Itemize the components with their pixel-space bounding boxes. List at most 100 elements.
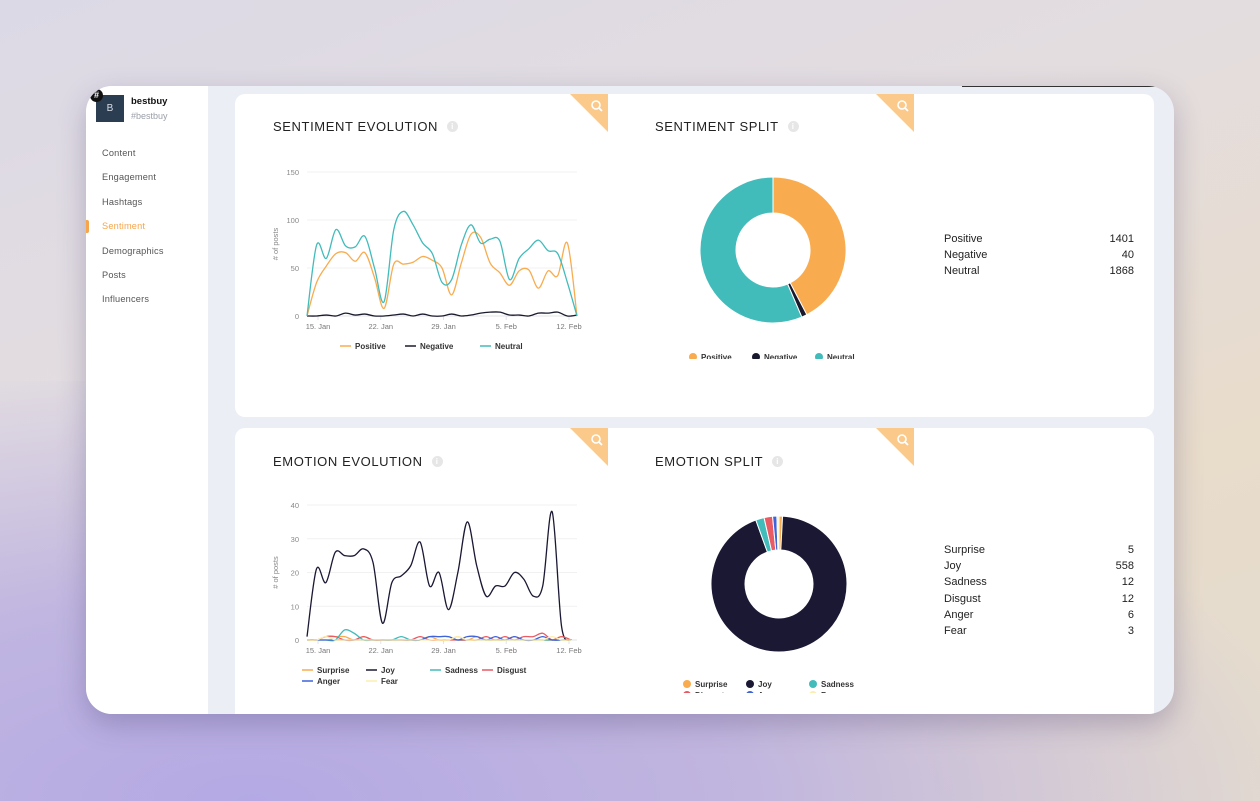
- legend-item-surprise[interactable]: Surprise: [302, 666, 350, 675]
- hashtag-icon: #: [90, 89, 103, 102]
- legend-label: Sadness: [445, 666, 478, 675]
- row-label: Surprise: [944, 544, 985, 556]
- row-label: Negative: [944, 249, 988, 262]
- series-line-sadness[interactable]: [307, 628, 571, 642]
- legend-item-positive[interactable]: Positive: [340, 342, 386, 351]
- magnifier-icon: [570, 428, 608, 466]
- brand-name: bestbuy: [131, 96, 168, 107]
- row-value: 6: [1127, 608, 1134, 621]
- legend-item-joy[interactable]: Joy: [746, 680, 772, 689]
- sentiment-split-chart: Positive Negative Neutral: [689, 176, 855, 359]
- zoom-corner-button[interactable]: [570, 94, 608, 132]
- row-value: 12: [1121, 576, 1134, 589]
- legend-item-positive[interactable]: Positive: [689, 353, 732, 359]
- legend-label: Negative: [764, 353, 798, 359]
- legend-item-negative[interactable]: Negative: [752, 353, 798, 359]
- legend-dot: [815, 353, 823, 359]
- legend-label: Surprise: [317, 666, 350, 675]
- legend-item-disgust[interactable]: Disgust: [683, 691, 725, 693]
- legend-item-joy[interactable]: Joy: [366, 666, 395, 675]
- zoom-corner-button[interactable]: [570, 428, 608, 466]
- y-axis-label: # of posts: [271, 227, 280, 260]
- sidebar-item-sentiment[interactable]: Sentiment: [86, 214, 208, 238]
- legend-item-fear[interactable]: Fear: [809, 691, 838, 693]
- sidebar-item-demographics[interactable]: Demographics: [86, 239, 208, 263]
- value-row-disgust: Disgust 12: [944, 591, 1134, 607]
- x-tick-label: 29. Jan: [431, 646, 456, 655]
- zoom-corner-button[interactable]: [876, 428, 914, 466]
- sentiment-card: SENTIMENT EVOLUTION i 0 50 100 150 # of post…: [235, 94, 1154, 417]
- brand-handle: #bestbuy: [131, 111, 168, 121]
- row-label: Neutral: [944, 265, 980, 278]
- legend-label: Neutral: [827, 353, 855, 359]
- row-value: 1401: [1109, 233, 1134, 245]
- emotion-evolution-title: EMOTION EVOLUTION i: [273, 454, 443, 469]
- legend-dot: [752, 353, 760, 359]
- sidebar-item-content[interactable]: Content: [86, 141, 208, 165]
- value-row-positive: Positive 1401: [944, 231, 1134, 247]
- value-row-fear: Fear 3: [944, 623, 1134, 639]
- sidebar-item-hashtags[interactable]: Hashtags: [86, 190, 208, 214]
- legend-item-neutral[interactable]: Neutral: [815, 353, 855, 359]
- legend-item-disgust[interactable]: Disgust: [482, 666, 527, 675]
- brand-header[interactable]: B # bestbuy #bestbuy: [90, 89, 168, 122]
- legend-dot: [683, 680, 691, 688]
- info-icon[interactable]: i: [447, 121, 459, 132]
- avatar-letter: B: [106, 103, 114, 114]
- x-tick-label: 22. Jan: [368, 646, 393, 655]
- legend-dot: [746, 680, 754, 688]
- info-icon[interactable]: i: [772, 456, 784, 467]
- main-content: SENTIMENT EVOLUTION i 0 50 100 150 # of post…: [208, 86, 1174, 714]
- sidebar-item-engagement[interactable]: Engagement: [86, 165, 208, 189]
- info-icon[interactable]: i: [431, 456, 443, 467]
- legend-item-surprise[interactable]: Surprise: [683, 680, 728, 689]
- legend-item-anger[interactable]: Anger: [302, 677, 340, 686]
- emotion-values-table: Surprise 5 Joy 558 Sadness 12 Disgust 12 Anger 6 F…: [944, 542, 1134, 639]
- legend-label: Negative: [420, 342, 454, 351]
- y-tick-label: 40: [291, 501, 299, 510]
- legend-label: Anger: [758, 691, 781, 693]
- series-line-neutral[interactable]: [306, 210, 578, 317]
- x-tick-label: 5. Feb: [496, 322, 517, 331]
- legend-item-anger[interactable]: Anger: [746, 691, 781, 693]
- legend-item-neutral[interactable]: Neutral: [480, 342, 523, 351]
- value-row-sadness: Sadness 12: [944, 574, 1134, 590]
- x-tick-label: 22. Jan: [368, 322, 393, 331]
- row-value: 1868: [1109, 265, 1134, 278]
- series-line-joy[interactable]: [306, 511, 572, 642]
- legend-item-sadness[interactable]: Sadness: [430, 666, 478, 675]
- info-icon[interactable]: i: [787, 121, 799, 132]
- sidebar-item-posts[interactable]: Posts: [86, 263, 208, 287]
- emotion-split-title: EMOTION SPLIT i: [655, 454, 784, 469]
- y-tick-label: 50: [291, 264, 299, 273]
- legend-label: Joy: [381, 666, 395, 675]
- legend-dot: [809, 680, 817, 688]
- legend-label: Fear: [381, 677, 398, 686]
- sentiment-split-title: SENTIMENT SPLIT i: [655, 119, 799, 134]
- x-tick-label: 12. Feb: [556, 322, 581, 331]
- app-window: B # bestbuy #bestbuy Content Engagement …: [86, 86, 1174, 714]
- row-value: 12: [1121, 592, 1134, 605]
- avatar: B #: [90, 89, 124, 122]
- zoom-corner-button[interactable]: [876, 94, 914, 132]
- emotion-evolution-chart: 0 10 20 30 40 # of posts 15. Jan 22. Jan 29. Jan…: [271, 501, 582, 686]
- y-tick-label: 150: [286, 168, 299, 177]
- sidebar: B # bestbuy #bestbuy Content Engagement …: [86, 86, 208, 714]
- y-tick-label: 0: [295, 312, 299, 321]
- legend-item-negative[interactable]: Negative: [405, 342, 454, 351]
- sidebar-item-influencers[interactable]: Influencers: [86, 287, 208, 311]
- sentiment-evolution-chart: 0 50 100 150 # of posts 15. Jan 22. Jan 29. Jan…: [271, 168, 582, 351]
- y-tick-label: 0: [295, 636, 299, 645]
- legend-label: Neutral: [495, 342, 523, 351]
- value-row-anger: Anger 6: [944, 607, 1134, 623]
- series-line-positive[interactable]: [306, 231, 578, 317]
- sentiment-values-table: Positive 1401 Negative 40 Neutral 1868: [944, 231, 1134, 280]
- legend-item-fear[interactable]: Fear: [366, 677, 398, 686]
- legend-item-sadness[interactable]: Sadness: [809, 680, 854, 689]
- emotion-card: EMOTION EVOLUTION i 0 10 20 30 40 # of posts 1…: [235, 428, 1154, 714]
- legend-dot: [683, 691, 691, 693]
- legend-label: Disgust: [695, 691, 725, 693]
- row-value: 40: [1121, 249, 1134, 262]
- legend-label: Anger: [317, 677, 340, 686]
- value-row-surprise: Surprise 5: [944, 542, 1134, 558]
